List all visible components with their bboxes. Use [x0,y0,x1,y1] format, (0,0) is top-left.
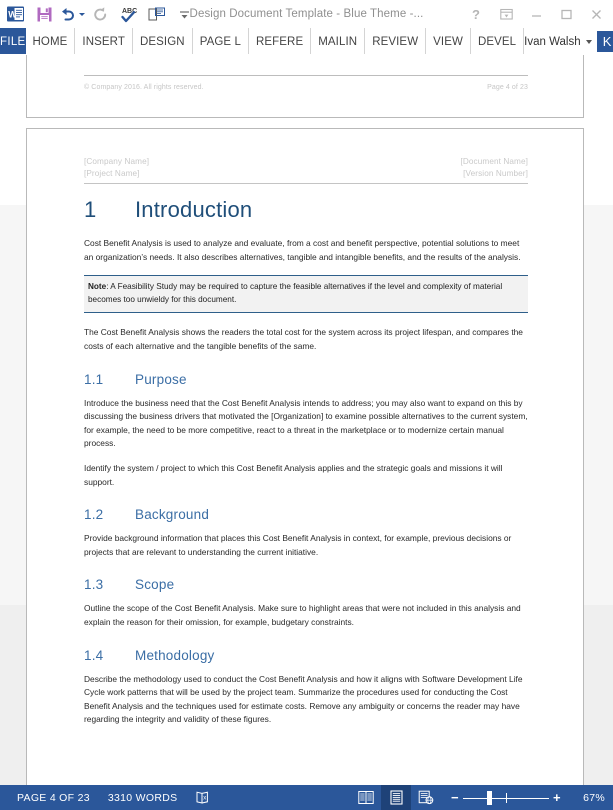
ribbon-display-options-button[interactable] [491,1,521,27]
web-layout-view-button[interactable] [411,785,441,810]
paragraph-post-note: The Cost Benefit Analysis shows the read… [84,327,523,351]
proofing-errors-icon[interactable]: x [186,785,219,810]
heading-2-purpose: 1.1 Purpose [84,371,528,389]
maximize-button[interactable] [551,1,581,27]
tab-insert[interactable]: INSERT [75,28,133,55]
title-bar: W ABC Design Document Template - Blue Th… [0,0,613,28]
heading-2-title-purpose: Purpose [135,371,187,387]
undo-dropdown-caret-icon[interactable] [79,12,85,16]
heading-2-number-1-4: 1.4 [84,647,104,663]
paragraph-intro: Cost Benefit Analysis is used to analyze… [84,238,521,262]
avatar[interactable]: K [596,31,613,52]
heading-1-number: 1 [84,197,97,222]
header-company-name: [Company Name] [84,157,150,166]
quick-access-toolbar: W ABC [0,0,197,28]
chevron-down-icon[interactable] [585,39,592,44]
word-logo-icon: W [5,3,27,25]
paragraph-purpose-1: Introduce the business need that the Cos… [84,397,528,449]
spelling-check-icon[interactable]: ABC [115,2,141,26]
note-text: Note: A Feasibility Study may be require… [88,281,524,306]
account-name: Ivan Walsh [524,35,581,48]
page-indicator[interactable]: PAGE 4 OF 23 [8,785,99,810]
footer-page-number: Page 4 of 23 [487,84,528,91]
heading-1-introduction: 1 Introduction [84,197,528,223]
heading-2-number-1-1: 1.1 [84,371,104,387]
page-footer: © Company 2016. All rights reserved. Pag… [84,84,528,91]
header-rule [84,183,528,184]
read-mode-view-button[interactable] [351,785,381,810]
paragraph-background-1: Provide background information that plac… [84,533,512,557]
heading-2-number-1-2: 1.2 [84,507,104,523]
tab-mailings[interactable]: MAILIN [311,28,366,55]
word-application-window: W ABC Design Document Template - Blue Th… [0,0,613,810]
redo-icon [87,2,113,26]
current-page[interactable]: [Company Name] [Document Name] [Project … [26,128,584,785]
header-document-name: [Document Name] [460,157,528,166]
save-icon[interactable] [31,2,57,26]
previous-page: © Company 2016. All rights reserved. Pag… [26,55,584,118]
zoom-level[interactable]: 67% [565,792,605,804]
help-button[interactable]: ? [461,1,491,27]
paragraph-scope-1: Outline the scope of the Cost Benefit An… [84,603,521,627]
svg-text:W: W [8,10,17,20]
window-controls: ? [461,0,613,28]
heading-2-title-methodology: Methodology [135,647,215,663]
heading-2-number-1-3: 1.3 [84,577,104,593]
note-callout: Note: A Feasibility Study may be require… [84,275,528,314]
tab-view[interactable]: VIEW [426,28,471,55]
heading-2-methodology: 1.4 Methodology [84,647,528,665]
zoom-thumb[interactable] [487,790,493,805]
paragraph-methodology-1: Describe the methodology used to conduct… [84,673,523,725]
close-button[interactable] [581,1,611,27]
heading-2-scope: 1.3 Scope [84,576,528,594]
customize-qat-icon[interactable] [171,2,197,26]
note-label: Note [88,282,107,292]
page-header-row-1: [Company Name] [Document Name] [84,156,528,168]
tab-developer[interactable]: DEVEL [471,28,525,55]
header-version-number: [Version Number] [463,169,528,178]
minimize-button[interactable] [521,1,551,27]
account-area[interactable]: Ivan Walsh K [524,28,613,55]
zoom-slider[interactable]: − + 67% [441,790,605,806]
ribbon-tab-bar: FILE HOME INSERT DESIGN PAGE L REFERE MA… [0,28,613,55]
header-project-name: [Project Name] [84,169,140,178]
tab-page-layout[interactable]: PAGE L [193,28,249,55]
document-canvas[interactable]: © Company 2016. All rights reserved. Pag… [0,55,613,785]
heading-2-background: 1.2 Background [84,506,528,524]
page-body[interactable]: 1 Introduction Cost Benefit Analysis is … [84,197,528,785]
touch-mode-icon[interactable] [143,2,169,26]
heading-1-title: Introduction [135,197,253,222]
zoom-out-button[interactable]: − [447,791,463,804]
status-bar: PAGE 4 OF 23 3310 WORDS x − + 67% [0,785,613,810]
heading-2-title-scope: Scope [135,577,175,593]
zoom-track-midpoint [506,792,507,803]
page-header: [Company Name] [Document Name] [Project … [84,156,528,184]
undo-icon[interactable] [59,2,85,26]
heading-2-title-background: Background [135,507,210,523]
svg-text:x: x [204,795,207,801]
tab-references[interactable]: REFERE [249,28,312,55]
note-body: : A Feasibility Study may be required to… [88,282,503,304]
tab-file[interactable]: FILE [0,28,26,55]
word-count[interactable]: 3310 WORDS [99,785,187,810]
tab-design[interactable]: DESIGN [133,28,193,55]
paragraph-purpose-2: Identify the system / project to which t… [84,462,503,487]
page-header-row-2: [Project Name] [Version Number] [84,168,528,180]
tab-home[interactable]: HOME [26,28,76,55]
footer-copyright: © Company 2016. All rights reserved. [84,84,204,91]
print-layout-view-button[interactable] [381,785,411,810]
footer-rule [84,75,528,76]
zoom-track[interactable] [463,790,549,806]
zoom-in-button[interactable]: + [549,791,565,804]
tab-review[interactable]: REVIEW [365,28,427,55]
